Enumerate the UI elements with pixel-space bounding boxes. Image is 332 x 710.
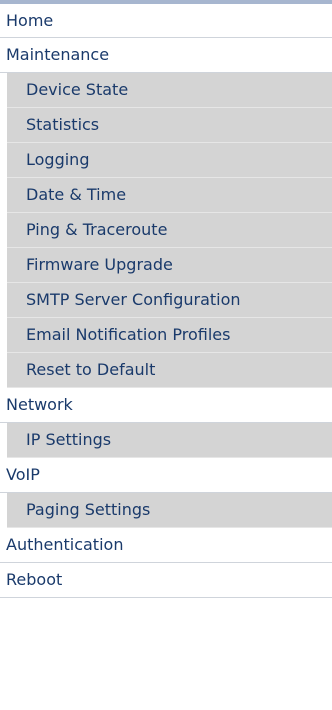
submenu-paging-settings[interactable]: Paging Settings — [7, 493, 332, 528]
menu-maintenance[interactable]: Maintenance — [0, 38, 332, 73]
submenu-reset-to-default[interactable]: Reset to Default — [7, 353, 332, 388]
menu-voip[interactable]: VoIP — [0, 458, 332, 493]
submenu-logging[interactable]: Logging — [7, 143, 332, 178]
menu-home[interactable]: Home — [0, 4, 332, 38]
submenu-smtp-server-configuration[interactable]: SMTP Server Configuration — [7, 283, 332, 318]
menu-network[interactable]: Network — [0, 388, 332, 423]
submenu-statistics[interactable]: Statistics — [7, 108, 332, 143]
submenu-ip-settings[interactable]: IP Settings — [7, 423, 332, 458]
submenu-date-time[interactable]: Date & Time — [7, 178, 332, 213]
sidebar-navigation: Home Maintenance Device State Statistics… — [0, 0, 332, 710]
menu-authentication[interactable]: Authentication — [0, 528, 332, 563]
navigation-menu: Home Maintenance Device State Statistics… — [0, 4, 332, 598]
submenu-email-notification-profiles[interactable]: Email Notification Profiles — [7, 318, 332, 353]
menu-reboot[interactable]: Reboot — [0, 563, 332, 598]
submenu-ping-traceroute[interactable]: Ping & Traceroute — [7, 213, 332, 248]
submenu-firmware-upgrade[interactable]: Firmware Upgrade — [7, 248, 332, 283]
submenu-device-state[interactable]: Device State — [7, 73, 332, 108]
